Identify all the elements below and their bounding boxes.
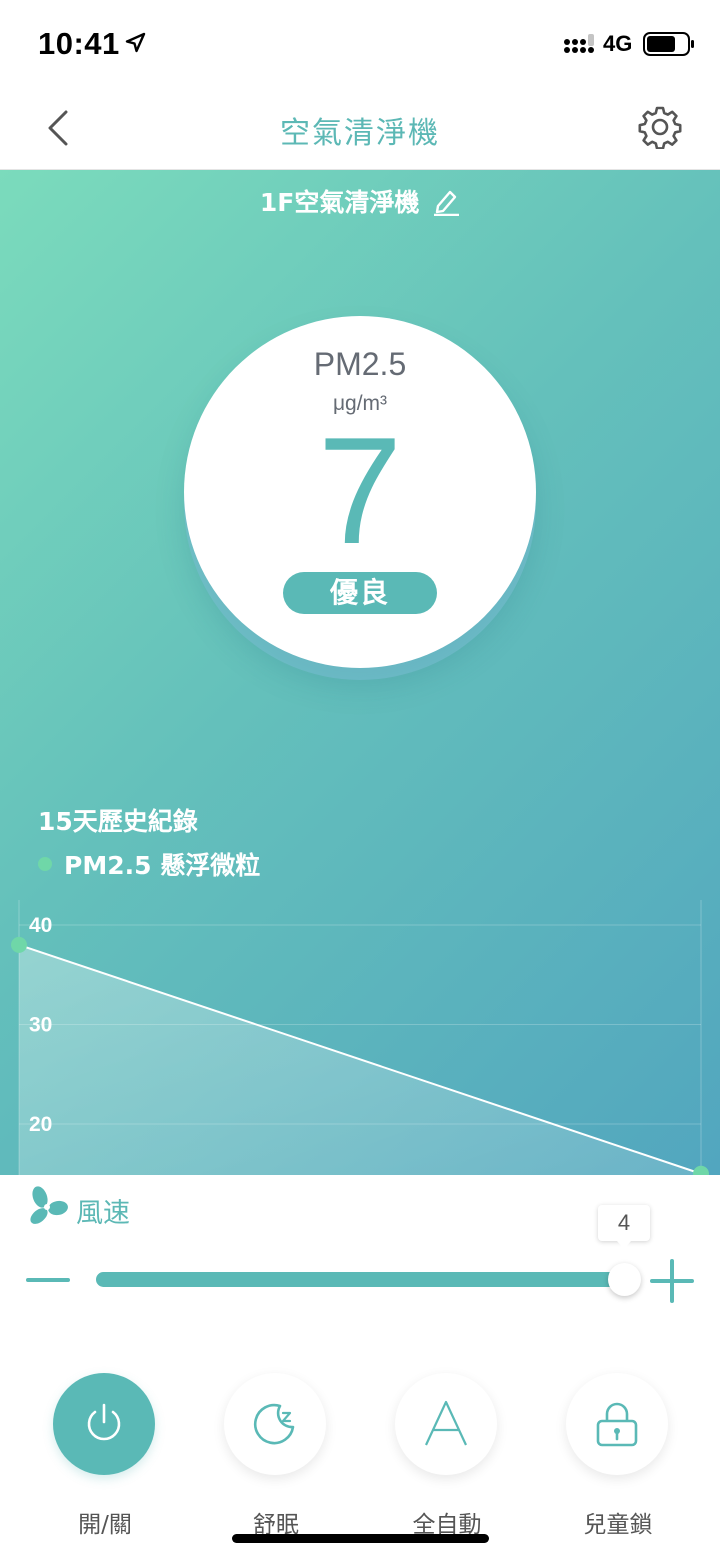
chart-legend: PM2.5 懸浮微粒 bbox=[38, 846, 260, 882]
power-control[interactable]: 開/關 bbox=[50, 1371, 160, 1551]
pm25-gauge: PM2.5 μg/m³ 7 優良 bbox=[184, 316, 536, 668]
legend-label: PM2.5 懸浮微粒 bbox=[64, 851, 261, 880]
battery-icon bbox=[643, 32, 694, 56]
slider-fill bbox=[96, 1272, 628, 1287]
child-lock-label: 兒童鎖 bbox=[583, 1512, 653, 1538]
network-type: 4G bbox=[603, 31, 633, 56]
child-lock-control[interactable]: 兒童鎖 bbox=[563, 1371, 673, 1551]
status-time: 10:41 bbox=[38, 26, 120, 61]
gauge-title: PM2.5 bbox=[313, 346, 407, 382]
slider-thumb[interactable] bbox=[608, 1263, 641, 1296]
fan-speed-label: 風速 bbox=[76, 1198, 130, 1229]
device-name: 1F空氣清淨機 bbox=[259, 188, 420, 217]
power-button[interactable] bbox=[53, 1373, 155, 1475]
sleep-control[interactable]: 舒眠 bbox=[221, 1371, 331, 1551]
history-chart: 403020 bbox=[11, 900, 709, 1175]
y-tick-label: 40 bbox=[29, 914, 52, 937]
sleep-button[interactable] bbox=[224, 1373, 326, 1475]
fan-speed-slider[interactable] bbox=[96, 1263, 641, 1296]
gauge-value: 7 bbox=[317, 406, 403, 576]
power-icon bbox=[87, 1403, 121, 1441]
device-name-row[interactable]: 1F空氣清淨機 bbox=[0, 183, 720, 219]
legend-dot bbox=[38, 857, 52, 871]
control-panel: 風速 4 開/關 舒眠 全自動 兒童鎖 bbox=[0, 1175, 720, 1559]
air-quality-badge: 優良 bbox=[283, 572, 437, 614]
cellular-signal-icon bbox=[564, 34, 594, 53]
data-point bbox=[11, 936, 27, 953]
nav-bar: 空氣清淨機 bbox=[0, 88, 720, 170]
fan-icon bbox=[30, 1186, 68, 1224]
page-title: 空氣清淨機 bbox=[280, 116, 440, 151]
edit-pencil-icon[interactable] bbox=[432, 186, 460, 216]
history-title: 15天歷史紀錄 bbox=[38, 807, 198, 836]
settings-gear-icon[interactable] bbox=[638, 105, 682, 149]
power-label: 開/關 bbox=[78, 1512, 132, 1538]
status-bar: 10:41 4G bbox=[0, 0, 720, 88]
auto-control[interactable]: 全自動 bbox=[392, 1371, 502, 1551]
increase-speed-button[interactable] bbox=[650, 1259, 694, 1303]
child-lock-button[interactable] bbox=[566, 1373, 668, 1475]
decrease-speed-button[interactable] bbox=[26, 1261, 70, 1297]
home-indicator bbox=[232, 1534, 489, 1543]
data-point bbox=[693, 1165, 709, 1175]
sleep-icon bbox=[253, 1403, 295, 1445]
auto-icon bbox=[425, 1400, 467, 1446]
lock-icon bbox=[596, 1402, 638, 1447]
slider-value-tooltip: 4 bbox=[598, 1205, 650, 1249]
mode-controls: 開/關 舒眠 全自動 兒童鎖 bbox=[0, 1371, 720, 1551]
location-arrow-icon bbox=[125, 32, 146, 53]
hero-panel: 1F空氣清淨機 PM2.5 μg/m³ 7 優良 15天歷史紀錄 PM2.5 懸… bbox=[0, 170, 720, 1175]
auto-button[interactable] bbox=[395, 1373, 497, 1475]
